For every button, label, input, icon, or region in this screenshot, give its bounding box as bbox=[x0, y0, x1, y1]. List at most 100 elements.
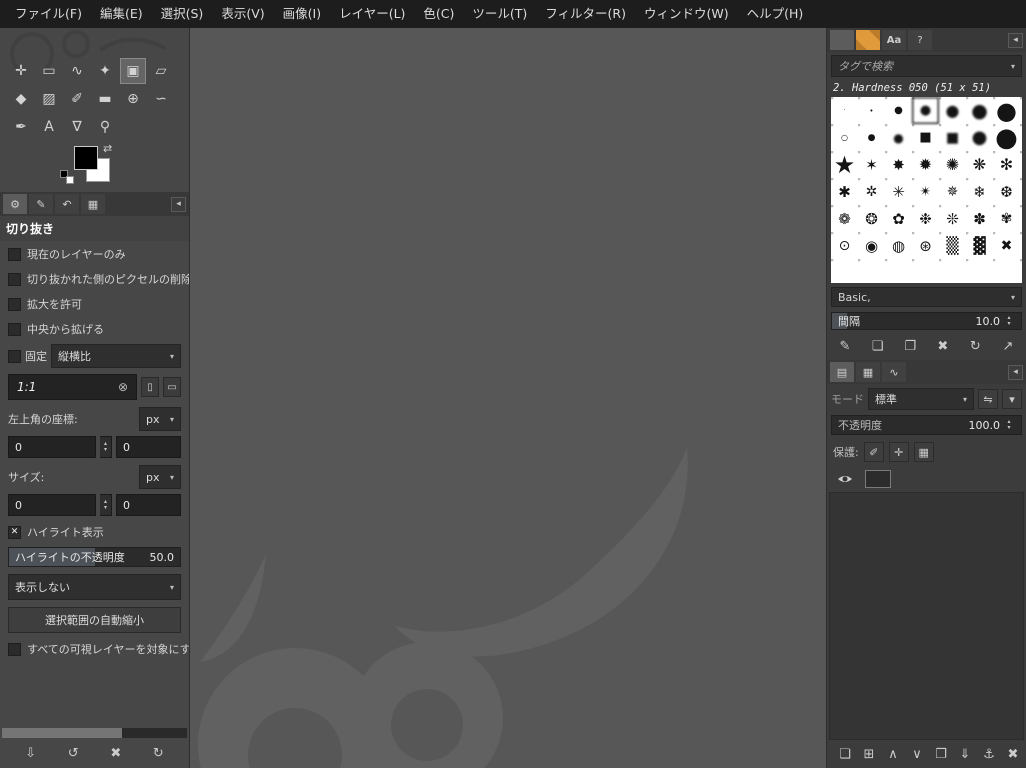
checkbox[interactable] bbox=[8, 642, 21, 656]
menu-item[interactable]: ウィンドウ(W) bbox=[635, 0, 738, 28]
position-unit-dropdown[interactable]: px ▾ bbox=[139, 407, 181, 431]
color-picker-tool[interactable]: ∇ bbox=[64, 114, 90, 140]
layer-opacity-slider[interactable]: 不透明度 100.0 ▴ ▾ bbox=[831, 415, 1022, 435]
swap-colors-icon[interactable]: ⇄ bbox=[103, 142, 112, 155]
size-height-input[interactable]: 0 bbox=[116, 494, 181, 516]
transform-tool[interactable]: ▱ bbox=[148, 58, 174, 84]
brush-thumb[interactable]: • bbox=[858, 97, 885, 124]
checkbox[interactable] bbox=[8, 322, 21, 336]
dock-menu-button[interactable]: ◂ bbox=[1008, 364, 1023, 380]
portrait-orientation-button[interactable]: ▯ bbox=[141, 377, 159, 397]
brush-thumb[interactable]: ■ bbox=[939, 124, 966, 151]
brush-thumb[interactable]: ✱ bbox=[831, 178, 858, 205]
patterns-tab[interactable] bbox=[856, 30, 880, 50]
delete-brush-button[interactable]: ✖ bbox=[931, 335, 955, 357]
spinner-down-icon[interactable]: ▾ bbox=[1003, 321, 1015, 327]
channels-tab[interactable]: ▦ bbox=[856, 362, 880, 382]
brush-thumb[interactable]: ● bbox=[858, 124, 885, 151]
brush-thumb[interactable]: ● bbox=[939, 97, 966, 124]
guides-dropdown[interactable]: 表示しない ▾ bbox=[8, 574, 181, 600]
anchor-layer-button[interactable]: ⚓ bbox=[977, 743, 1001, 765]
brush-thumb[interactable]: ✹ bbox=[912, 151, 939, 178]
option-highlight[interactable]: ✕ ハイライト表示 bbox=[0, 519, 189, 544]
lock-alpha-button[interactable]: ▦ bbox=[913, 442, 934, 462]
position-y-input[interactable]: 0 bbox=[116, 436, 181, 458]
spinner-down-icon[interactable]: ▾ bbox=[1003, 425, 1015, 431]
brush-thumb[interactable]: ❁ bbox=[831, 205, 858, 232]
checkbox[interactable] bbox=[8, 272, 21, 286]
brushes-tab[interactable] bbox=[830, 30, 854, 50]
lock-pixels-button[interactable]: ✐ bbox=[863, 442, 884, 462]
menu-item[interactable]: 選択(S) bbox=[152, 0, 213, 28]
option-allow-growing[interactable]: 拡大を許可 bbox=[0, 291, 189, 316]
image-canvas[interactable] bbox=[190, 28, 826, 768]
checkbox[interactable] bbox=[8, 247, 21, 261]
default-colors-icon[interactable] bbox=[60, 170, 74, 184]
size-width-input[interactable]: 0 bbox=[8, 494, 96, 516]
images-tab[interactable]: ▦ bbox=[81, 194, 105, 214]
rectangle-select-tool[interactable]: ▭ bbox=[36, 58, 62, 84]
clear-icon[interactable]: ⊗ bbox=[118, 380, 128, 394]
smudge-tool[interactable]: ∽ bbox=[148, 86, 174, 112]
brush-thumb[interactable]: ● bbox=[885, 124, 912, 151]
menu-item[interactable]: ツール(T) bbox=[463, 0, 536, 28]
brush-thumb[interactable]: ❊ bbox=[939, 205, 966, 232]
brush-thumb[interactable]: ● bbox=[966, 124, 993, 151]
brush-thumb[interactable]: ✳ bbox=[885, 178, 912, 205]
brush-thumb[interactable]: ❂ bbox=[858, 205, 885, 232]
new-layer-group-button[interactable]: ⊞ bbox=[857, 743, 881, 765]
brush-thumb[interactable]: ◉ bbox=[858, 232, 885, 259]
brush-thumb[interactable]: ❄ bbox=[966, 178, 993, 205]
brush-thumb[interactable]: ✻ bbox=[993, 151, 1020, 178]
brush-thumb[interactable]: ❆ bbox=[993, 178, 1020, 205]
brush-thumb[interactable]: ★ bbox=[831, 151, 858, 178]
brush-thumb[interactable]: ● bbox=[912, 97, 939, 124]
dock-menu-button[interactable]: ◂ bbox=[1008, 32, 1023, 48]
highlight-checkbox[interactable]: ✕ bbox=[8, 525, 21, 539]
horizontal-scrollbar[interactable] bbox=[2, 728, 187, 738]
brush-thumb[interactable]: ▓ bbox=[966, 232, 993, 259]
option-current-layer-only[interactable]: 現在のレイヤーのみ bbox=[0, 241, 189, 266]
menu-item[interactable]: ヘルプ(H) bbox=[738, 0, 813, 28]
reset-tool-options-button[interactable]: ↻ bbox=[146, 742, 170, 764]
free-select-tool[interactable]: ∿ bbox=[64, 58, 90, 84]
brush-thumb[interactable]: ✵ bbox=[939, 178, 966, 205]
fuzzy-select-tool[interactable]: ✦ bbox=[92, 58, 118, 84]
brush-thumb[interactable]: ● bbox=[885, 97, 912, 124]
tool-options-tab[interactable]: ⚙ bbox=[3, 194, 27, 214]
brush-thumb[interactable]: ✾ bbox=[993, 205, 1020, 232]
brush-thumb[interactable]: ● bbox=[993, 124, 1020, 151]
brush-thumb[interactable]: ✿ bbox=[885, 205, 912, 232]
option-shrink-merged[interactable]: すべての可視レイヤーを対象にす bbox=[0, 636, 189, 661]
brush-thumb[interactable]: ✽ bbox=[966, 205, 993, 232]
lock-position-button[interactable]: ✛ bbox=[888, 442, 909, 462]
device-status-tab[interactable]: ✎ bbox=[29, 194, 53, 214]
crop-tool[interactable]: ▣ bbox=[120, 58, 146, 84]
undo-history-tab[interactable]: ↶ bbox=[55, 194, 79, 214]
position-x-spinner[interactable]: ▴ ▾ bbox=[100, 436, 112, 458]
delete-tool-options-button[interactable]: ✖ bbox=[104, 742, 128, 764]
lower-layer-button[interactable]: ∨ bbox=[905, 743, 929, 765]
spinner-down-icon[interactable]: ▾ bbox=[100, 447, 111, 453]
duplicate-brush-button[interactable]: ❐ bbox=[898, 335, 922, 357]
layer-row[interactable] bbox=[827, 466, 1026, 492]
layer-mode-dropdown[interactable]: 標準 ▾ bbox=[868, 388, 974, 410]
brush-thumb[interactable]: ⊙ bbox=[831, 232, 858, 259]
brush-thumb[interactable]: ✶ bbox=[858, 151, 885, 178]
checkbox[interactable] bbox=[8, 297, 21, 311]
paintbrush-tool[interactable]: ✐ bbox=[64, 86, 90, 112]
new-brush-button[interactable]: ❏ bbox=[866, 335, 890, 357]
spacing-spinner[interactable]: ▴ ▾ bbox=[1003, 313, 1015, 329]
brush-thumb[interactable]: ✲ bbox=[858, 178, 885, 205]
merge-down-button[interactable]: ⇓ bbox=[953, 743, 977, 765]
zoom-tool[interactable]: ⚲ bbox=[92, 114, 118, 140]
layers-tab[interactable]: ▤ bbox=[830, 362, 854, 382]
brush-tag-search[interactable]: タグで検索 ▾ bbox=[831, 55, 1022, 77]
option-delete-cropped-pixels[interactable]: 切り抜かれた側のピクセルの削除 bbox=[0, 266, 189, 291]
move-tool[interactable]: ✛ bbox=[8, 58, 34, 84]
paths-tool[interactable]: ✒ bbox=[8, 114, 34, 140]
brush-thumb[interactable]: ◍ bbox=[885, 232, 912, 259]
brush-thumb[interactable]: ● bbox=[966, 97, 993, 124]
fixed-checkbox[interactable] bbox=[8, 349, 21, 363]
mode-menu-button[interactable]: ▾ bbox=[1002, 389, 1022, 409]
